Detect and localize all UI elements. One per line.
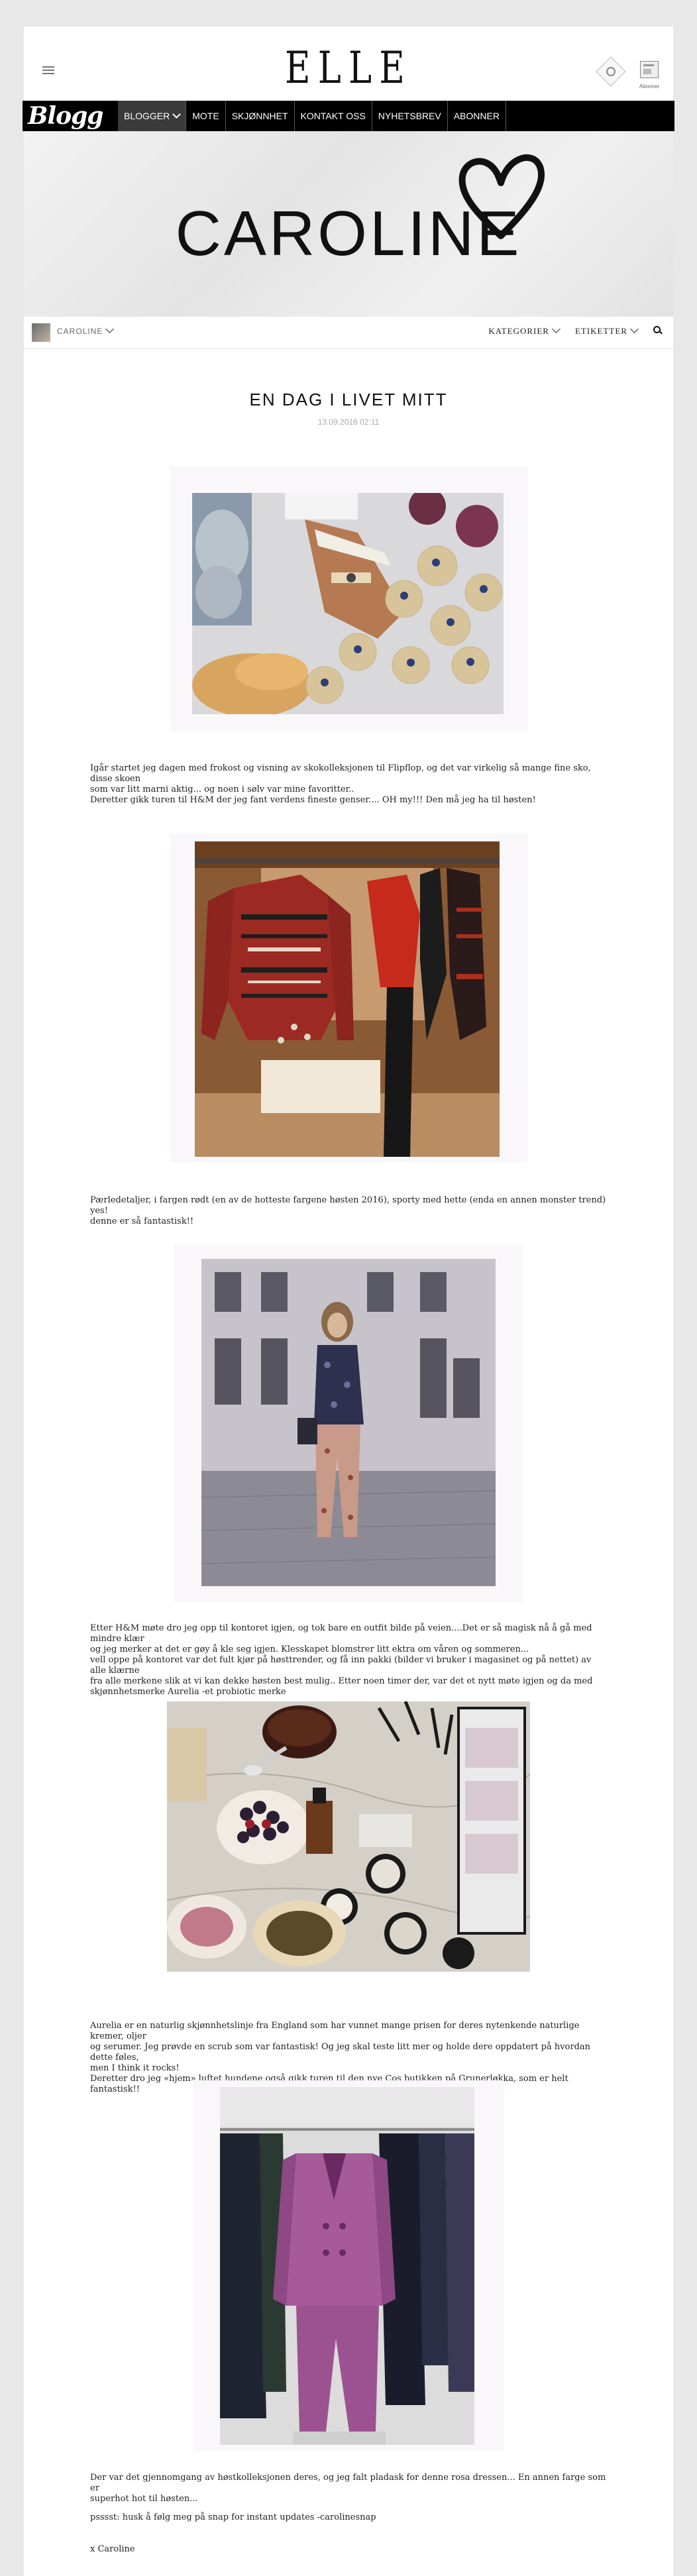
- elle-logo[interactable]: ELLE: [89, 45, 608, 91]
- paragraph-line: og serumer. Jeg prøvde en scrub som var …: [90, 2042, 591, 2063]
- chevron-down-icon: [105, 325, 115, 333]
- paragraph-line: men I think it rocks!: [90, 2063, 180, 2073]
- nav-item-kontakt-oss[interactable]: KONTAKT OSS: [295, 101, 372, 131]
- post-paragraph: Igår startet jeg dagen med frokost og vi…: [90, 763, 607, 806]
- paragraph-line: denne er så fantastisk!!: [90, 1216, 194, 1226]
- tags-dropdown[interactable]: ETIKETTER: [574, 325, 639, 337]
- page: ELLE Abonner Blogg BLOGGER MOTE SKJØNNHE…: [23, 27, 674, 2576]
- nav-item-mote[interactable]: MOTE: [186, 101, 226, 131]
- paragraph-line: som var litt marni aktig... og noen i sø…: [90, 784, 354, 794]
- subnav-right: KATEGORIER ETIKETTER: [488, 325, 661, 337]
- post-paragraph: psssst: husk å følg meg på snap for inst…: [90, 2512, 607, 2523]
- author-name: CAROLINE: [57, 327, 103, 336]
- site-header: ELLE Abonner: [24, 27, 673, 101]
- nav-item-skjonnhet[interactable]: SKJØNNHET: [226, 101, 295, 131]
- post-title: EN DAG I LIVET MITT: [249, 390, 448, 409]
- heart-icon: [458, 154, 545, 239]
- paragraph-line: Deretter gikk turen til H&M der jeg fant…: [90, 795, 536, 805]
- paragraph-line: Aurelia er en naturlig skjønnhetslinje f…: [90, 2021, 580, 2041]
- paragraph-line: vell oppe på kontoret var det fult kjør …: [90, 1655, 592, 1676]
- magazine-icon: [640, 61, 659, 78]
- blog-banner-title: CAROLINE: [175, 198, 522, 269]
- nav-item-abonner[interactable]: ABONNER: [448, 101, 506, 131]
- paragraph-line: Etter H&M møte dro jeg opp til kontoret …: [90, 1623, 592, 1644]
- paragraph-line: Pærledetaljer, i fargen rødt (en av de h…: [90, 1195, 606, 1216]
- search-icon[interactable]: [653, 326, 661, 334]
- nav-items: BLOGGER MOTE SKJØNNHET KONTAKT OSS NYHET…: [118, 101, 506, 131]
- author-dropdown[interactable]: CAROLINE: [57, 325, 115, 336]
- photo-street-outfit: [201, 1259, 496, 1586]
- post-paragraph: Der var det gjennomgang av høstkolleksjo…: [90, 2473, 607, 2504]
- nav-item-nyhetsbrev[interactable]: NYHETSBREV: [372, 101, 448, 131]
- tags-label: ETIKETTER: [574, 326, 627, 336]
- photo-aurelia-products: [167, 1701, 530, 1972]
- paragraph-line: skjønnhetsmerke Aurelia -et probiotic me…: [90, 1687, 286, 1697]
- paragraph-line: Der var det gjennomgang av høstkolleksjo…: [90, 2473, 606, 2493]
- post-signature: x Caroline: [90, 2544, 607, 2555]
- chevron-down-icon: [172, 110, 182, 119]
- menu-icon[interactable]: [42, 66, 54, 74]
- signature-line: x Caroline: [90, 2544, 135, 2554]
- subscribe-label: Abonner: [639, 83, 660, 89]
- blogg-logo[interactable]: Blogg: [28, 103, 114, 129]
- paragraph-line: fra alle merkene slik at vi kan dekke hø…: [90, 1676, 593, 1686]
- photo-breakfast-shoes: [192, 493, 504, 714]
- paragraph-line: og jeg merker at det er gøy å kle seg ig…: [90, 1644, 529, 1654]
- paragraph-line: Igår startet jeg dagen med frokost og vi…: [90, 763, 591, 784]
- subscribe-button[interactable]: Abonner: [637, 61, 661, 90]
- photo-pink-suit: [220, 2087, 474, 2445]
- blog-banner: CAROLINE: [24, 131, 673, 317]
- post-paragraph: Pærledetaljer, i fargen rødt (en av de h…: [90, 1195, 607, 1227]
- author-avatar[interactable]: [32, 323, 50, 342]
- categories-label: KATEGORIER: [488, 326, 549, 336]
- photo-red-sweater: [195, 841, 500, 1157]
- post-paragraph: Etter H&M møte dro jeg opp til kontoret …: [90, 1623, 607, 1697]
- main-nav: Blogg BLOGGER MOTE SKJØNNHET KONTAKT OSS…: [23, 101, 674, 131]
- categories-dropdown[interactable]: KATEGORIER: [488, 325, 561, 337]
- nav-item-label: BLOGGER: [124, 111, 170, 121]
- post-date: 13.09.2016 02:11: [317, 417, 380, 427]
- paragraph-line: psssst: husk å følg meg på snap for inst…: [90, 2512, 376, 2522]
- blog-subnav: CAROLINE KATEGORIER ETIKETTER: [24, 317, 673, 349]
- chevron-down-icon: [630, 325, 639, 333]
- nav-item-blogger[interactable]: BLOGGER: [118, 101, 187, 131]
- chevron-down-icon: [552, 325, 561, 333]
- paragraph-line: superhot hot til høsten...: [90, 2494, 198, 2504]
